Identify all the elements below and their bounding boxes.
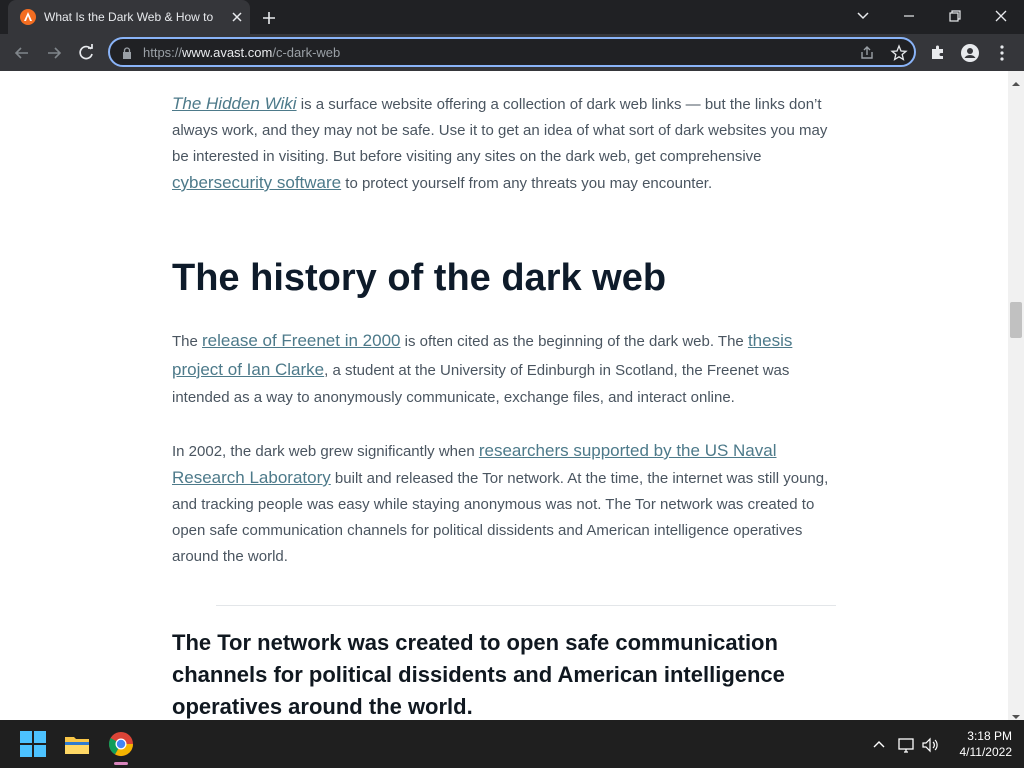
- url-path: /c-dark-web: [272, 45, 341, 60]
- share-icon[interactable]: [858, 44, 876, 62]
- forward-arrow-icon[interactable]: [43, 42, 65, 64]
- bookmark-star-icon[interactable]: [890, 44, 908, 62]
- text-segment: to protect yourself from any threats you…: [341, 175, 713, 192]
- paragraph-hidden-wiki: The Hidden Wiki is a surface website off…: [172, 91, 836, 197]
- clock-date: 4/11/2022: [959, 745, 1013, 759]
- url-text[interactable]: https://www.avast.com/c-dark-web: [143, 45, 340, 60]
- url-host: www.avast.com: [182, 45, 273, 60]
- new-tab-button[interactable]: [259, 8, 279, 28]
- paragraph-tor: In 2002, the dark web grew significantly…: [172, 438, 836, 570]
- file-explorer-icon[interactable]: [63, 730, 91, 758]
- profile-avatar-icon[interactable]: [960, 43, 980, 63]
- restore-window-icon[interactable]: [940, 4, 970, 28]
- text-segment: The: [172, 333, 203, 350]
- network-icon[interactable]: [897, 736, 915, 754]
- link-hidden-wiki[interactable]: The Hidden Wiki: [172, 94, 297, 113]
- scroll-down-arrow-icon[interactable]: [1012, 708, 1020, 719]
- clock-time: 3:18 PM: [967, 729, 1012, 743]
- address-bar[interactable]: https://www.avast.com/c-dark-web: [108, 37, 916, 67]
- link-freenet-release[interactable]: release of Freenet in 2000: [202, 331, 400, 350]
- show-hidden-icons-chevron-icon[interactable]: [870, 736, 888, 754]
- scroll-up-arrow-icon[interactable]: [1012, 75, 1020, 86]
- tab-active[interactable]: What Is the Dark Web & How to: [8, 0, 250, 34]
- menu-dots-icon[interactable]: [992, 43, 1012, 63]
- divider: [216, 605, 836, 606]
- web-page: The Hidden Wiki is a surface website off…: [0, 71, 1008, 720]
- section-heading: The history of the dark web: [172, 257, 667, 299]
- scroll-thumb[interactable]: [1010, 302, 1022, 338]
- link-cybersecurity-software[interactable]: cybersecurity software: [172, 173, 341, 192]
- text-segment: In 2002, the dark web grew significantly…: [172, 443, 479, 460]
- lock-icon[interactable]: [121, 46, 133, 59]
- url-scheme: https://: [143, 45, 183, 60]
- taskbar-clock[interactable]: 3:18 PM 4/11/2022: [944, 728, 1013, 760]
- windows-start-icon[interactable]: [19, 730, 47, 758]
- browser-toolbar: https://www.avast.com/c-dark-web: [0, 34, 1024, 71]
- reload-icon[interactable]: [75, 42, 97, 64]
- minimize-window-icon[interactable]: [894, 4, 924, 28]
- windows-taskbar: 3:18 PM 4/11/2022: [0, 720, 1024, 768]
- back-arrow-icon[interactable]: [11, 42, 33, 64]
- tab-strip: What Is the Dark Web & How to: [0, 0, 1024, 34]
- active-app-indicator: [114, 762, 128, 765]
- tab-search-chevron-icon[interactable]: [848, 4, 878, 28]
- close-tab-icon[interactable]: [228, 8, 246, 26]
- paragraph-freenet: The release of Freenet in 2000 is often …: [172, 327, 836, 412]
- tab-title: What Is the Dark Web & How to: [44, 10, 214, 24]
- pull-quote: The Tor network was created to open safe…: [172, 630, 785, 719]
- text-segment: is often cited as the beginning of the d…: [400, 333, 748, 350]
- avast-favicon-icon: [20, 9, 36, 25]
- chrome-icon[interactable]: [107, 730, 135, 758]
- extensions-puzzle-icon[interactable]: [928, 43, 948, 63]
- volume-icon[interactable]: [921, 736, 939, 754]
- page-scrollbar[interactable]: [1008, 71, 1024, 720]
- close-window-icon[interactable]: [986, 4, 1016, 28]
